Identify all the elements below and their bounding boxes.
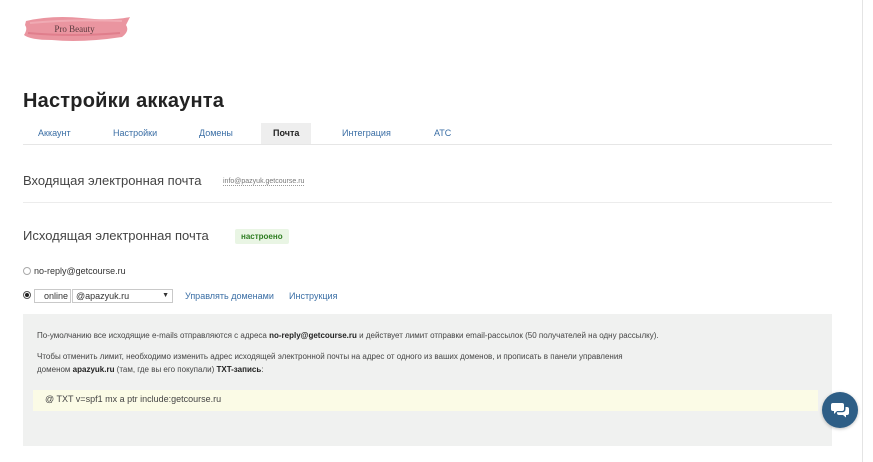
- chevron-down-icon: ▼: [162, 292, 169, 299]
- tab-integration[interactable]: Интеграция: [342, 123, 391, 144]
- default-sender-label[interactable]: no-reply@getcourse.ru: [34, 266, 126, 276]
- txt-record-value[interactable]: @ TXT v=spf1 mx a ptr include:getcourse.…: [45, 394, 221, 404]
- info-text: и действует лимит отправки email-рассыло…: [356, 331, 659, 340]
- txt-record-label: TXT-запись: [216, 365, 262, 374]
- content-right-border: [862, 0, 863, 462]
- info-paragraph-instructions: Чтобы отменить лимит, необходимо изменит…: [37, 350, 623, 376]
- incoming-mail-address[interactable]: info@pazyuk.getcourse.ru: [223, 178, 305, 186]
- txt-record-box: @ TXT v=spf1 mx a ptr include:getcourse.…: [33, 390, 818, 411]
- info-text: По-умолчанию все исходящие e-mails отпра…: [37, 331, 270, 340]
- tab-account[interactable]: Аккаунт: [38, 123, 71, 144]
- status-badge: настроено: [235, 229, 289, 244]
- radio-default-sender[interactable]: [23, 267, 31, 275]
- logo-text: Pro Beauty: [54, 24, 95, 34]
- sender-domain-select[interactable]: @apazyuk.ru ▼: [72, 289, 173, 303]
- sender-domain-value: @apazyuk.ru: [76, 291, 130, 301]
- info-text: доменом: [37, 365, 73, 374]
- page-title: Настройки аккаунта: [23, 90, 225, 112]
- chat-bubbles-icon: [831, 403, 849, 418]
- sender-local-part-input[interactable]: online: [34, 289, 71, 303]
- logo[interactable]: Pro Beauty: [22, 13, 132, 43]
- tab-domains[interactable]: Домены: [199, 123, 233, 144]
- divider: [23, 202, 832, 203]
- instructions-link[interactable]: Инструкция: [289, 291, 337, 301]
- chat-button[interactable]: [822, 392, 858, 428]
- tab-settings[interactable]: Настройки: [113, 123, 157, 144]
- tab-mail[interactable]: Почта: [261, 123, 312, 144]
- info-paragraph-limit: По-умолчанию все исходящие e-mails отпра…: [37, 329, 659, 342]
- tab-bar: Аккаунт Настройки Домены Почта Интеграци…: [23, 123, 832, 145]
- info-text: Чтобы отменить лимит, необходимо изменит…: [37, 352, 623, 361]
- manage-domains-link[interactable]: Управлять доменами: [185, 291, 274, 301]
- info-text: :: [261, 365, 264, 374]
- outgoing-mail-title: Исходящая электронная почта: [23, 228, 209, 243]
- domain-name: apazyuk.ru: [72, 365, 115, 374]
- radio-custom-sender[interactable]: [23, 291, 31, 299]
- info-panel: По-умолчанию все исходящие e-mails отпра…: [23, 314, 832, 446]
- tab-ats[interactable]: АТС: [434, 123, 451, 144]
- info-text-line: доменом apazyuk.ru (там, где вы его поку…: [37, 363, 623, 376]
- default-sender-email: no-reply@getcourse.ru: [269, 331, 357, 340]
- info-text: (там, где вы его покупали): [114, 365, 217, 374]
- incoming-mail-title: Входящая электронная почта: [23, 173, 202, 188]
